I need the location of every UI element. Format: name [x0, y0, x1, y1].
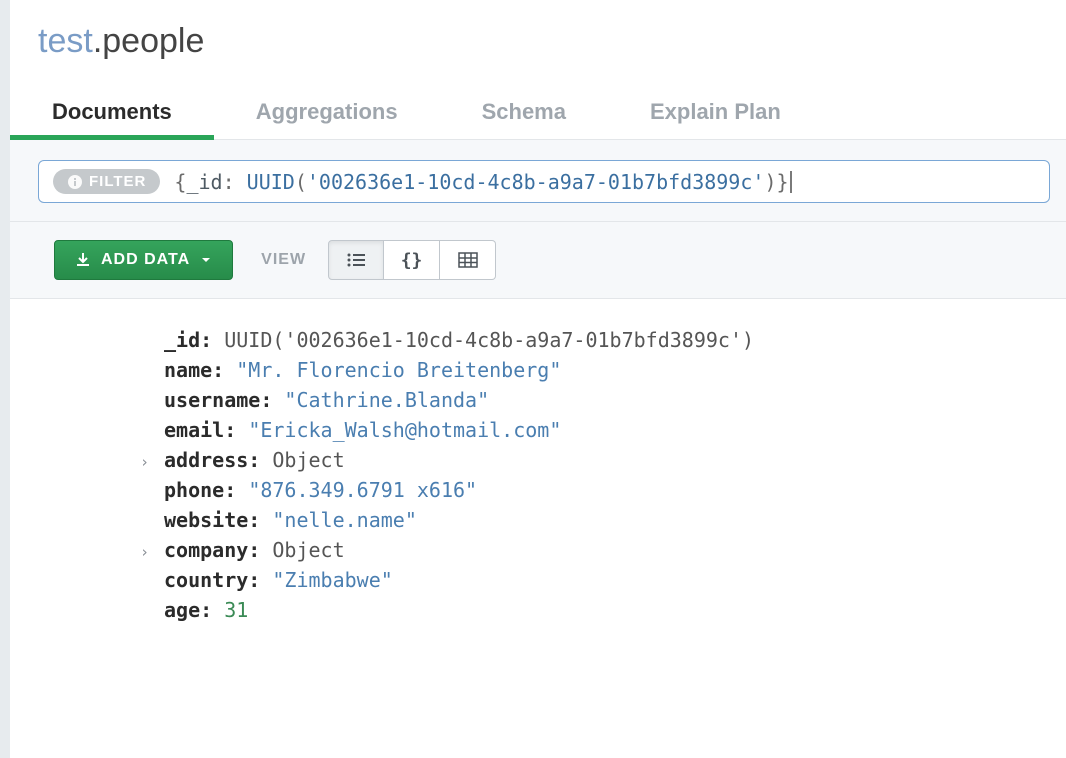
view-mode-toggle: {}	[328, 240, 496, 280]
field-key: age	[164, 598, 200, 622]
field-colon: :	[248, 538, 272, 562]
field-colon: :	[200, 328, 224, 352]
tab-schema[interactable]: Schema	[440, 85, 608, 139]
field-row[interactable]: username: "Cathrine.Blanda"	[164, 385, 1022, 415]
chevron-down-icon	[200, 254, 212, 266]
field-value: "nelle.name"	[272, 508, 417, 532]
field-key: address	[164, 448, 248, 472]
document-content: _id: UUID('002636e1-10cd-4c8b-a9a7-01b7b…	[54, 325, 1022, 625]
filter-query-text[interactable]: {_id: UUID('002636e1-10cd-4c8b-a9a7-01b7…	[174, 170, 1035, 194]
field-colon: :	[212, 358, 236, 382]
list-icon	[346, 252, 366, 268]
filter-pill[interactable]: FILTER	[53, 169, 160, 194]
download-icon	[75, 252, 91, 268]
expand-caret-icon[interactable]: ›	[140, 541, 149, 564]
add-data-label: ADD DATA	[101, 251, 190, 269]
filter-input-container[interactable]: FILTER {_id: UUID('002636e1-10cd-4c8b-a9…	[38, 160, 1050, 203]
braces-icon: {}	[401, 250, 423, 271]
database-name: test	[38, 22, 93, 60]
field-key: _id	[164, 328, 200, 352]
field-value: UUID('002636e1-10cd-4c8b-a9a7-01b7bfd389…	[224, 328, 754, 352]
field-row[interactable]: ›company: Object	[164, 535, 1022, 565]
field-value: "Zimbabwe"	[272, 568, 392, 592]
tab-documents[interactable]: Documents	[10, 85, 214, 139]
field-colon: :	[224, 418, 248, 442]
table-icon	[458, 252, 478, 268]
field-key: country	[164, 568, 248, 592]
field-value: Object	[272, 448, 344, 472]
filter-pill-label: FILTER	[89, 173, 146, 190]
info-icon	[67, 174, 83, 190]
field-key: website	[164, 508, 248, 532]
namespace-title: test.people	[10, 0, 1066, 85]
add-data-button[interactable]: ADD DATA	[54, 240, 233, 280]
field-value: "Ericka_Walsh@hotmail.com"	[248, 418, 561, 442]
field-key: name	[164, 358, 212, 382]
field-colon: :	[260, 388, 284, 412]
expand-caret-icon[interactable]: ›	[140, 451, 149, 474]
filter-bar: FILTER {_id: UUID('002636e1-10cd-4c8b-a9…	[10, 140, 1066, 222]
document-panel: _id: UUID('002636e1-10cd-4c8b-a9a7-01b7b…	[10, 299, 1066, 669]
collection-name: .people	[93, 22, 205, 60]
field-row[interactable]: age: 31	[164, 595, 1022, 625]
field-row[interactable]: email: "Ericka_Walsh@hotmail.com"	[164, 415, 1022, 445]
field-row[interactable]: _id: UUID('002636e1-10cd-4c8b-a9a7-01b7b…	[164, 325, 1022, 355]
view-label: VIEW	[261, 251, 306, 269]
field-value: "Cathrine.Blanda"	[284, 388, 489, 412]
field-key: username	[164, 388, 260, 412]
field-value: 31	[224, 598, 248, 622]
tab-explain-plan[interactable]: Explain Plan	[608, 85, 823, 139]
field-colon: :	[248, 508, 272, 532]
field-colon: :	[248, 448, 272, 472]
tab-aggregations[interactable]: Aggregations	[214, 85, 440, 139]
text-caret	[790, 171, 792, 193]
field-row[interactable]: website: "nelle.name"	[164, 505, 1022, 535]
field-value: Object	[272, 538, 344, 562]
view-table-button[interactable]	[440, 240, 496, 280]
field-colon: :	[224, 478, 248, 502]
field-row[interactable]: ›address: Object	[164, 445, 1022, 475]
field-key: company	[164, 538, 248, 562]
documents-toolbar: ADD DATA VIEW {}	[10, 222, 1066, 299]
field-row[interactable]: country: "Zimbabwe"	[164, 565, 1022, 595]
view-list-button[interactable]	[328, 240, 384, 280]
tab-bar: DocumentsAggregationsSchemaExplain Plan	[10, 85, 1066, 140]
field-key: email	[164, 418, 224, 442]
field-value: "Mr. Florencio Breitenberg"	[236, 358, 561, 382]
field-row[interactable]: phone: "876.349.6791 x616"	[164, 475, 1022, 505]
field-colon: :	[248, 568, 272, 592]
view-json-button[interactable]: {}	[384, 240, 440, 280]
field-value: "876.349.6791 x616"	[248, 478, 477, 502]
field-row[interactable]: name: "Mr. Florencio Breitenberg"	[164, 355, 1022, 385]
field-colon: :	[200, 598, 224, 622]
field-key: phone	[164, 478, 224, 502]
